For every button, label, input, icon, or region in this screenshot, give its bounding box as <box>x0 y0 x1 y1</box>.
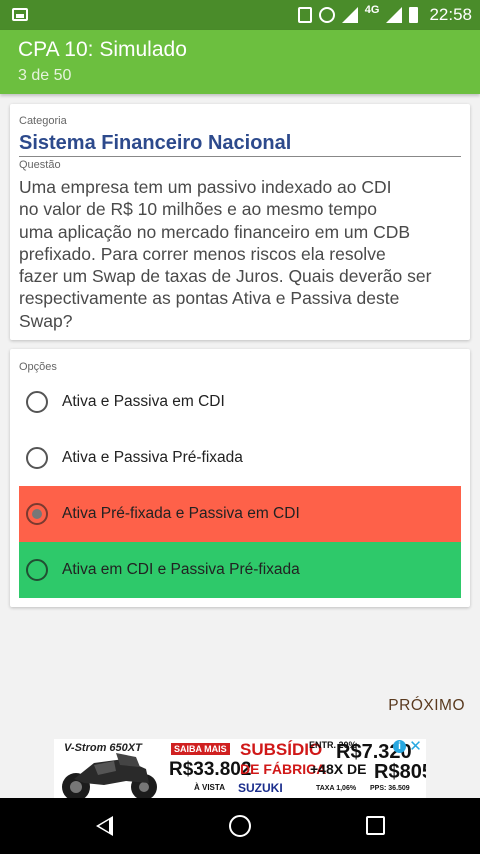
status-icons: 4G 22:58 <box>297 0 472 30</box>
app-title: CPA 10: Simulado <box>18 38 187 61</box>
category-value: Sistema Financeiro Nacional <box>19 132 292 154</box>
ad-rate: TAXA 1,06% <box>316 785 357 792</box>
option-4-correct[interactable]: Ativa em CDI e Passiva Pré-fixada <box>19 542 461 598</box>
signal-icon <box>386 7 403 23</box>
options-label: Opções <box>19 361 57 373</box>
image-icon <box>12 8 28 21</box>
next-button[interactable]: PRÓXIMO <box>388 697 465 715</box>
status-time: 22:58 <box>429 5 472 24</box>
question-label: Questão <box>19 159 61 171</box>
options-card: Opções Ativa e Passiva em CDI Ativa e Pa… <box>10 349 470 607</box>
radio-button[interactable] <box>26 447 48 469</box>
option-3-wrong[interactable]: Ativa Pré-fixada e Passiva em CDI <box>19 486 461 542</box>
ad-installments: +48X DE <box>310 761 367 777</box>
app-bar: CPA 10: Simulado 3 de 50 <box>0 30 480 94</box>
network-type: 4G <box>364 4 380 16</box>
question-line: Swap? <box>19 310 73 331</box>
navigation-bar <box>0 798 480 854</box>
question-line: prefixado. Para correr menos riscos ela … <box>19 243 386 264</box>
question-progress: 3 de 50 <box>18 67 72 84</box>
ad-installment-price: R$805 <box>374 761 426 783</box>
question-line: respectivamente as pontas Ativa e Passiv… <box>19 288 400 309</box>
option-2[interactable]: Ativa e Passiva Pré-fixada <box>19 430 461 486</box>
radio-button[interactable] <box>26 391 48 413</box>
radio-button-selected[interactable] <box>26 503 48 525</box>
recent-apps-icon[interactable] <box>366 816 385 835</box>
option-label: Ativa e Passiva Pré-fixada <box>62 449 243 466</box>
option-label: Ativa em CDI e Passiva Pré-fixada <box>62 561 300 578</box>
question-line: uma aplicação no mercado financeiro em u… <box>19 221 411 242</box>
radio-button[interactable] <box>26 559 48 581</box>
option-label: Ativa e Passiva em CDI <box>62 393 225 410</box>
ad-banner[interactable]: V-Strom 650XT SAIBA MAIS R$33.802 À VIST… <box>54 739 426 798</box>
ad-brand: SUZUKI <box>238 781 283 795</box>
signal-icon <box>341 7 358 23</box>
ad-pps: PPS: 36.509 <box>370 785 410 792</box>
question-text: Uma empresa tem um passivo indexado ao C… <box>19 176 459 332</box>
question-line: fazer um Swap de taxas de Juros. Quais d… <box>19 266 432 287</box>
ad-cash-label: À VISTA <box>194 783 225 792</box>
battery-icon <box>409 7 419 23</box>
question-line: Uma empresa tem um passivo indexado ao C… <box>19 177 392 197</box>
info-icon[interactable]: i <box>393 740 406 753</box>
question-card: Categoria Sistema Financeiro Nacional Qu… <box>10 104 470 340</box>
option-1[interactable]: Ativa e Passiva em CDI <box>19 374 461 430</box>
divider <box>19 156 461 157</box>
home-icon[interactable] <box>229 815 251 837</box>
option-label: Ativa Pré-fixada e Passiva em CDI <box>62 505 300 522</box>
alarm-icon <box>318 7 335 23</box>
ad-saiba-mais: SAIBA MAIS <box>171 743 230 755</box>
category-label: Categoria <box>19 115 67 127</box>
status-bar: 4G 22:58 <box>0 0 480 30</box>
question-line: no valor de R$ 10 milhões e ao mesmo tem… <box>19 199 377 220</box>
close-icon[interactable]: ✕ <box>408 739 423 754</box>
ad-model: V-Strom 650XT <box>64 742 142 754</box>
vibrate-icon <box>297 7 312 23</box>
back-icon[interactable] <box>96 816 113 836</box>
